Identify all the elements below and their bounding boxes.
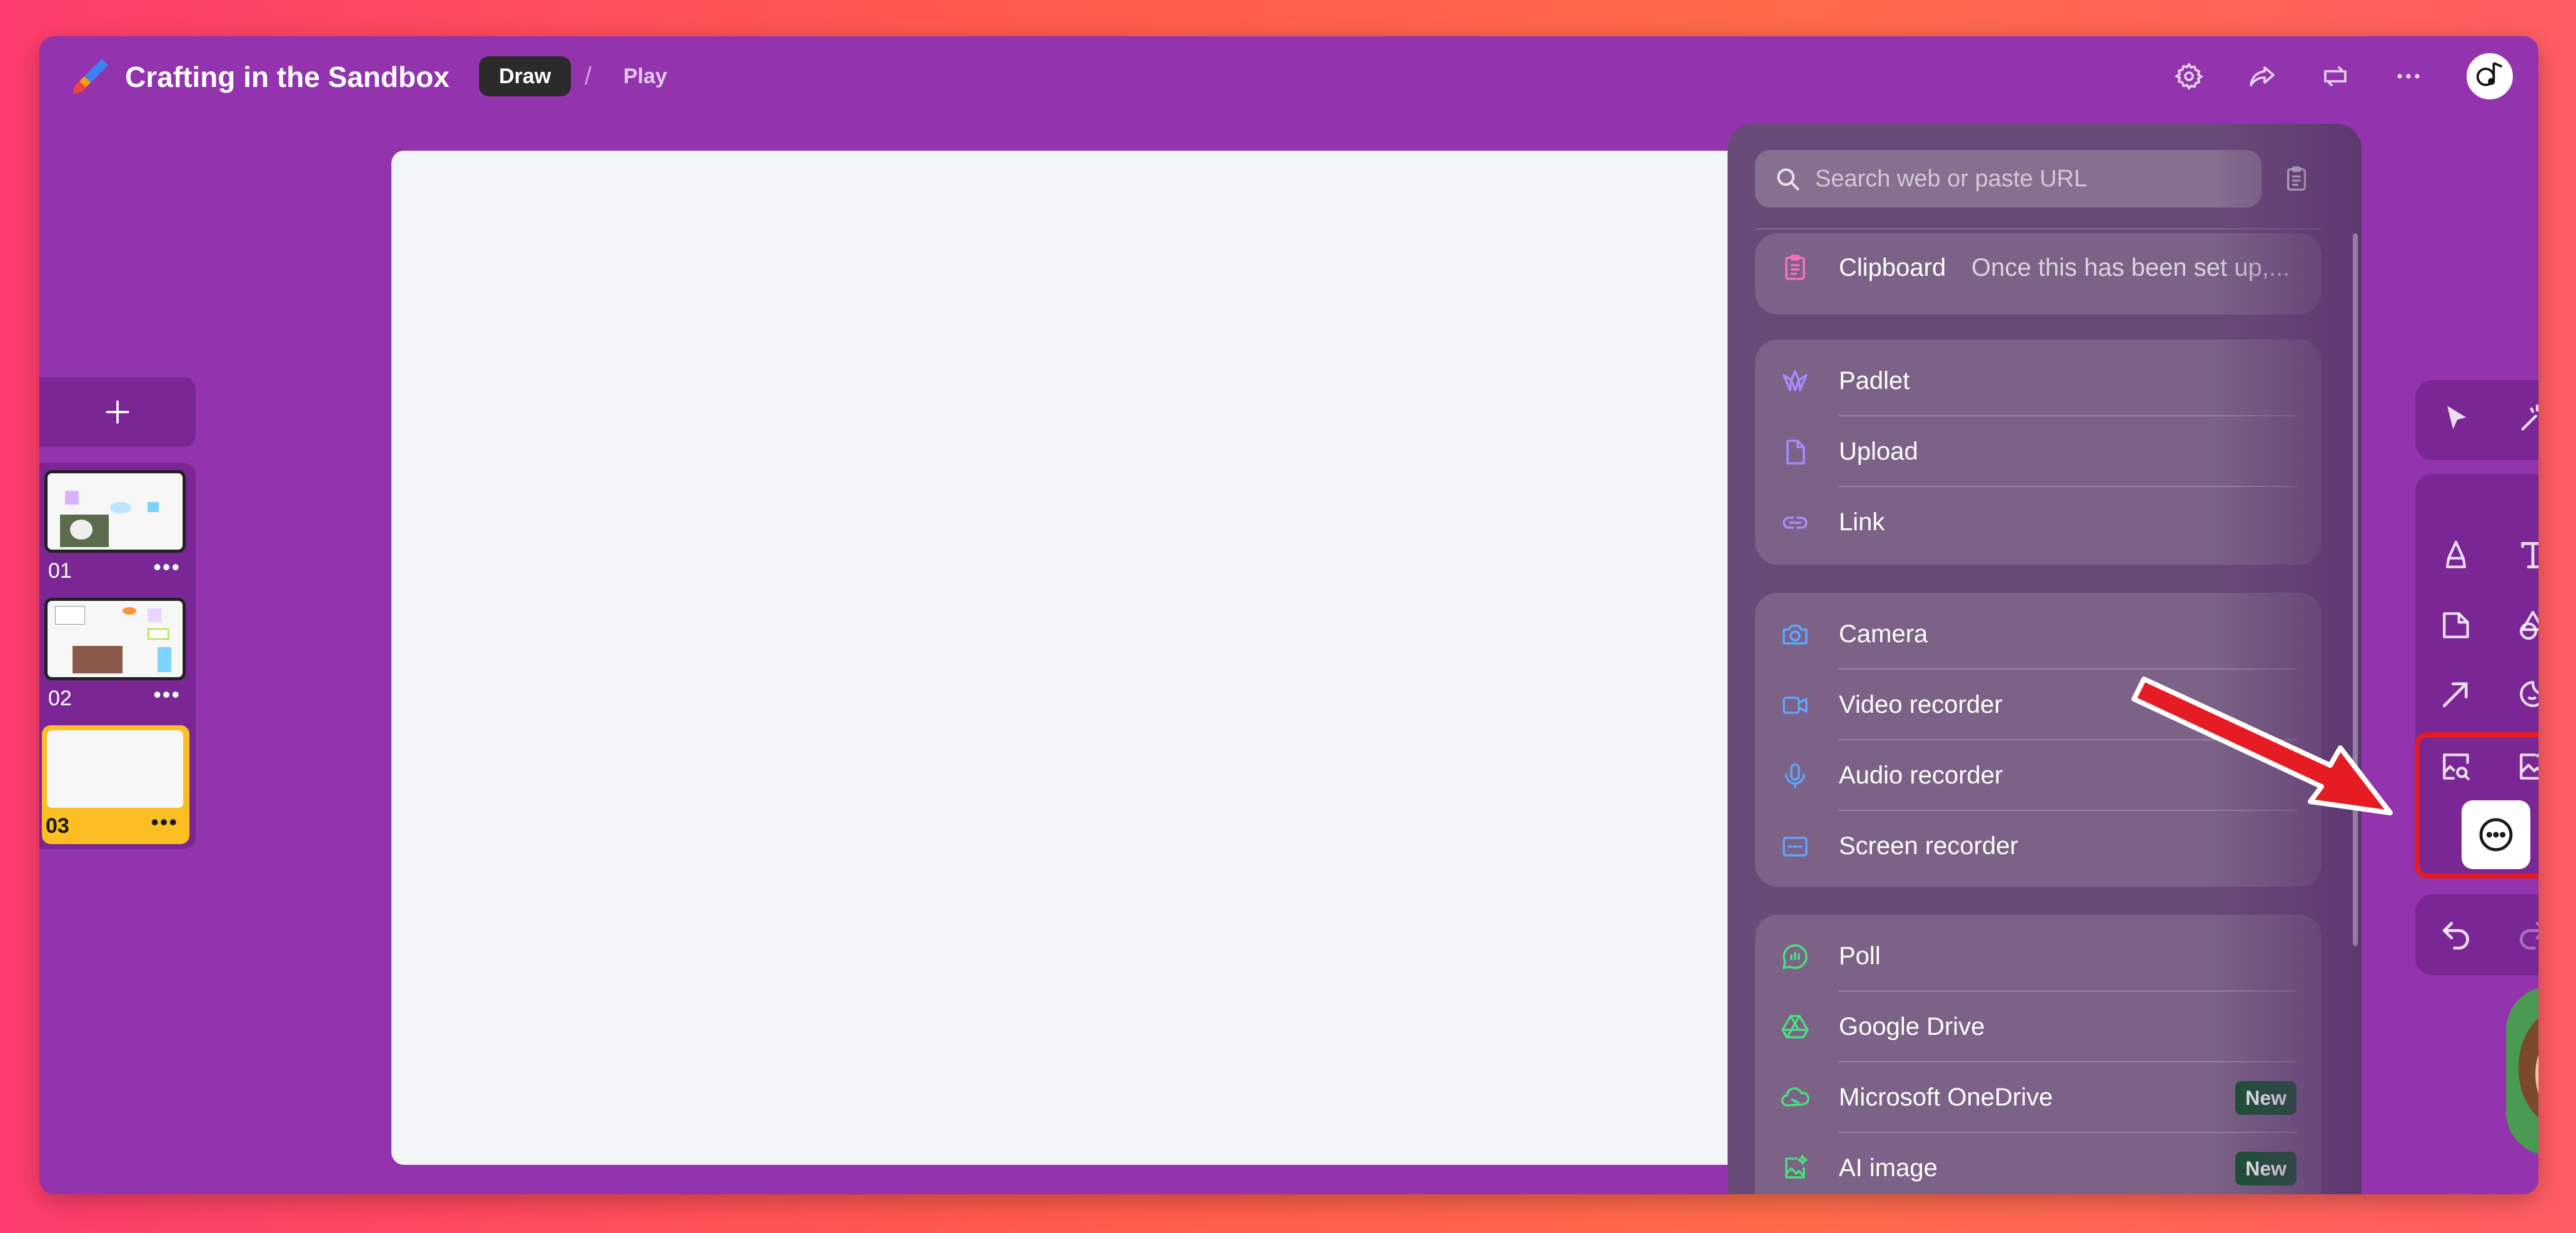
slide-preview (44, 728, 186, 810)
redo-icon[interactable] (2508, 908, 2538, 959)
onedrive-label: Microsoft OneDrive (1839, 1084, 2053, 1111)
collaborator-avatar[interactable] (2506, 987, 2538, 1155)
mode-separator: / (585, 63, 592, 90)
drawing-canvas[interactable] (391, 151, 1842, 1165)
red-pointer-arrow (2131, 677, 2393, 815)
source-group: Padlet Upload Link (1755, 340, 2322, 565)
screen-recorder-label: Screen recorder (1839, 832, 2018, 860)
panel-scrollbar[interactable] (2353, 233, 2358, 946)
upload-label: Upload (1839, 438, 1918, 465)
link-icon (1779, 506, 1811, 539)
more-icon[interactable] (2387, 55, 2430, 98)
camera-label: Camera (1839, 620, 1928, 648)
search-input[interactable] (1815, 165, 2240, 193)
share-icon[interactable] (2241, 55, 2283, 98)
clipboard-label: Clipboard (1839, 253, 1946, 281)
add-slide-button[interactable] (39, 377, 196, 447)
slide-number: 03 (46, 814, 69, 838)
poll-item[interactable]: Poll (1755, 921, 2322, 992)
board-title[interactable]: Crafting in the Sandbox (125, 60, 450, 94)
padlet-icon (1779, 365, 1811, 398)
clipboard-description: Once this has been set up,... (1971, 253, 2290, 281)
integrations-group: Poll Google Drive Microsoft OneDrive New (1755, 915, 2322, 1194)
slide-menu-icon[interactable]: ••• (151, 809, 178, 835)
screen-recorder-icon (1779, 830, 1811, 863)
slide-preview (44, 470, 186, 553)
upload-item[interactable]: Upload (1755, 416, 2322, 487)
search-bar[interactable] (1755, 150, 2262, 208)
ai-image-icon (1779, 1152, 1811, 1185)
undo-icon[interactable] (2431, 908, 2481, 959)
search-icon (1777, 168, 1799, 191)
slide-number: 01 (48, 559, 72, 583)
clipboard-group: Clipboard Once this has been set up,... (1755, 233, 2322, 315)
sticker-icon[interactable] (2508, 669, 2538, 719)
link-label: Link (1839, 508, 1885, 536)
ai-image-label: AI image (1839, 1154, 1938, 1182)
slide-thumbnail-01[interactable]: 01 ••• (44, 470, 192, 583)
video-recorder-label: Video recorder (1839, 691, 2003, 718)
microphone-icon (1779, 760, 1811, 792)
avatar[interactable] (2467, 53, 2513, 99)
app-window: Crafting in the Sandbox Draw / Play 01 •… (39, 36, 2538, 1194)
text-icon[interactable] (2508, 530, 2538, 580)
new-badge: New (2235, 1151, 2297, 1185)
audio-recorder-label: Audio recorder (1839, 762, 2003, 789)
top-bar: Crafting in the Sandbox Draw / Play (39, 36, 2538, 118)
settings-icon[interactable] (2168, 55, 2210, 98)
draw-mode-tab[interactable]: Draw (479, 56, 571, 96)
shapes-icon[interactable] (2508, 600, 2538, 650)
slide-menu-icon[interactable]: ••• (153, 554, 181, 580)
camera-item[interactable]: Camera (1755, 599, 2322, 670)
google-drive-item[interactable]: Google Drive (1755, 992, 2322, 1062)
new-badge: New (2235, 1080, 2297, 1115)
onedrive-icon (1779, 1082, 1811, 1114)
upload-icon (1779, 436, 1811, 468)
clipboard-item[interactable]: Clipboard Once this has been set up,... (1755, 227, 2322, 308)
magic-icon[interactable] (2508, 394, 2538, 444)
google-drive-icon (1779, 1011, 1811, 1044)
slide-menu-icon[interactable]: ••• (153, 682, 181, 708)
highlight-box (2415, 732, 2538, 878)
padlet-label: Padlet (1839, 367, 1910, 395)
slide-preview (44, 598, 186, 680)
select-icon[interactable] (2431, 394, 2481, 444)
google-drive-label: Google Drive (1839, 1013, 1985, 1040)
remake-icon[interactable] (2314, 55, 2357, 98)
video-icon (1779, 689, 1811, 722)
camera-icon (1779, 618, 1811, 651)
poll-icon (1779, 940, 1811, 973)
clipboard-icon (1779, 251, 1811, 284)
slide-number: 02 (48, 687, 72, 710)
arrow-line-icon[interactable] (2431, 669, 2481, 719)
slide-thumbnail-02[interactable]: 02 ••• (44, 598, 192, 710)
padlet-item[interactable]: Padlet (1755, 346, 2322, 416)
pen-icon[interactable] (2431, 530, 2481, 580)
slides-rail: 01 ••• 02 ••• 03 ••• (39, 463, 196, 849)
ai-image-item[interactable]: AI image New (1755, 1133, 2322, 1194)
add-content-panel: Clipboard Once this has been set up,... … (1728, 124, 2362, 1194)
paintbrush-icon (69, 54, 113, 98)
play-mode-tab[interactable]: Play (623, 64, 667, 89)
paste-clipboard-icon[interactable] (2278, 160, 2315, 198)
poll-label: Poll (1839, 942, 1881, 970)
sticky-note-icon[interactable] (2431, 600, 2481, 650)
onedrive-item[interactable]: Microsoft OneDrive New (1755, 1062, 2322, 1133)
link-item[interactable]: Link (1755, 487, 2322, 558)
slide-thumbnail-03[interactable]: 03 ••• (42, 725, 189, 844)
